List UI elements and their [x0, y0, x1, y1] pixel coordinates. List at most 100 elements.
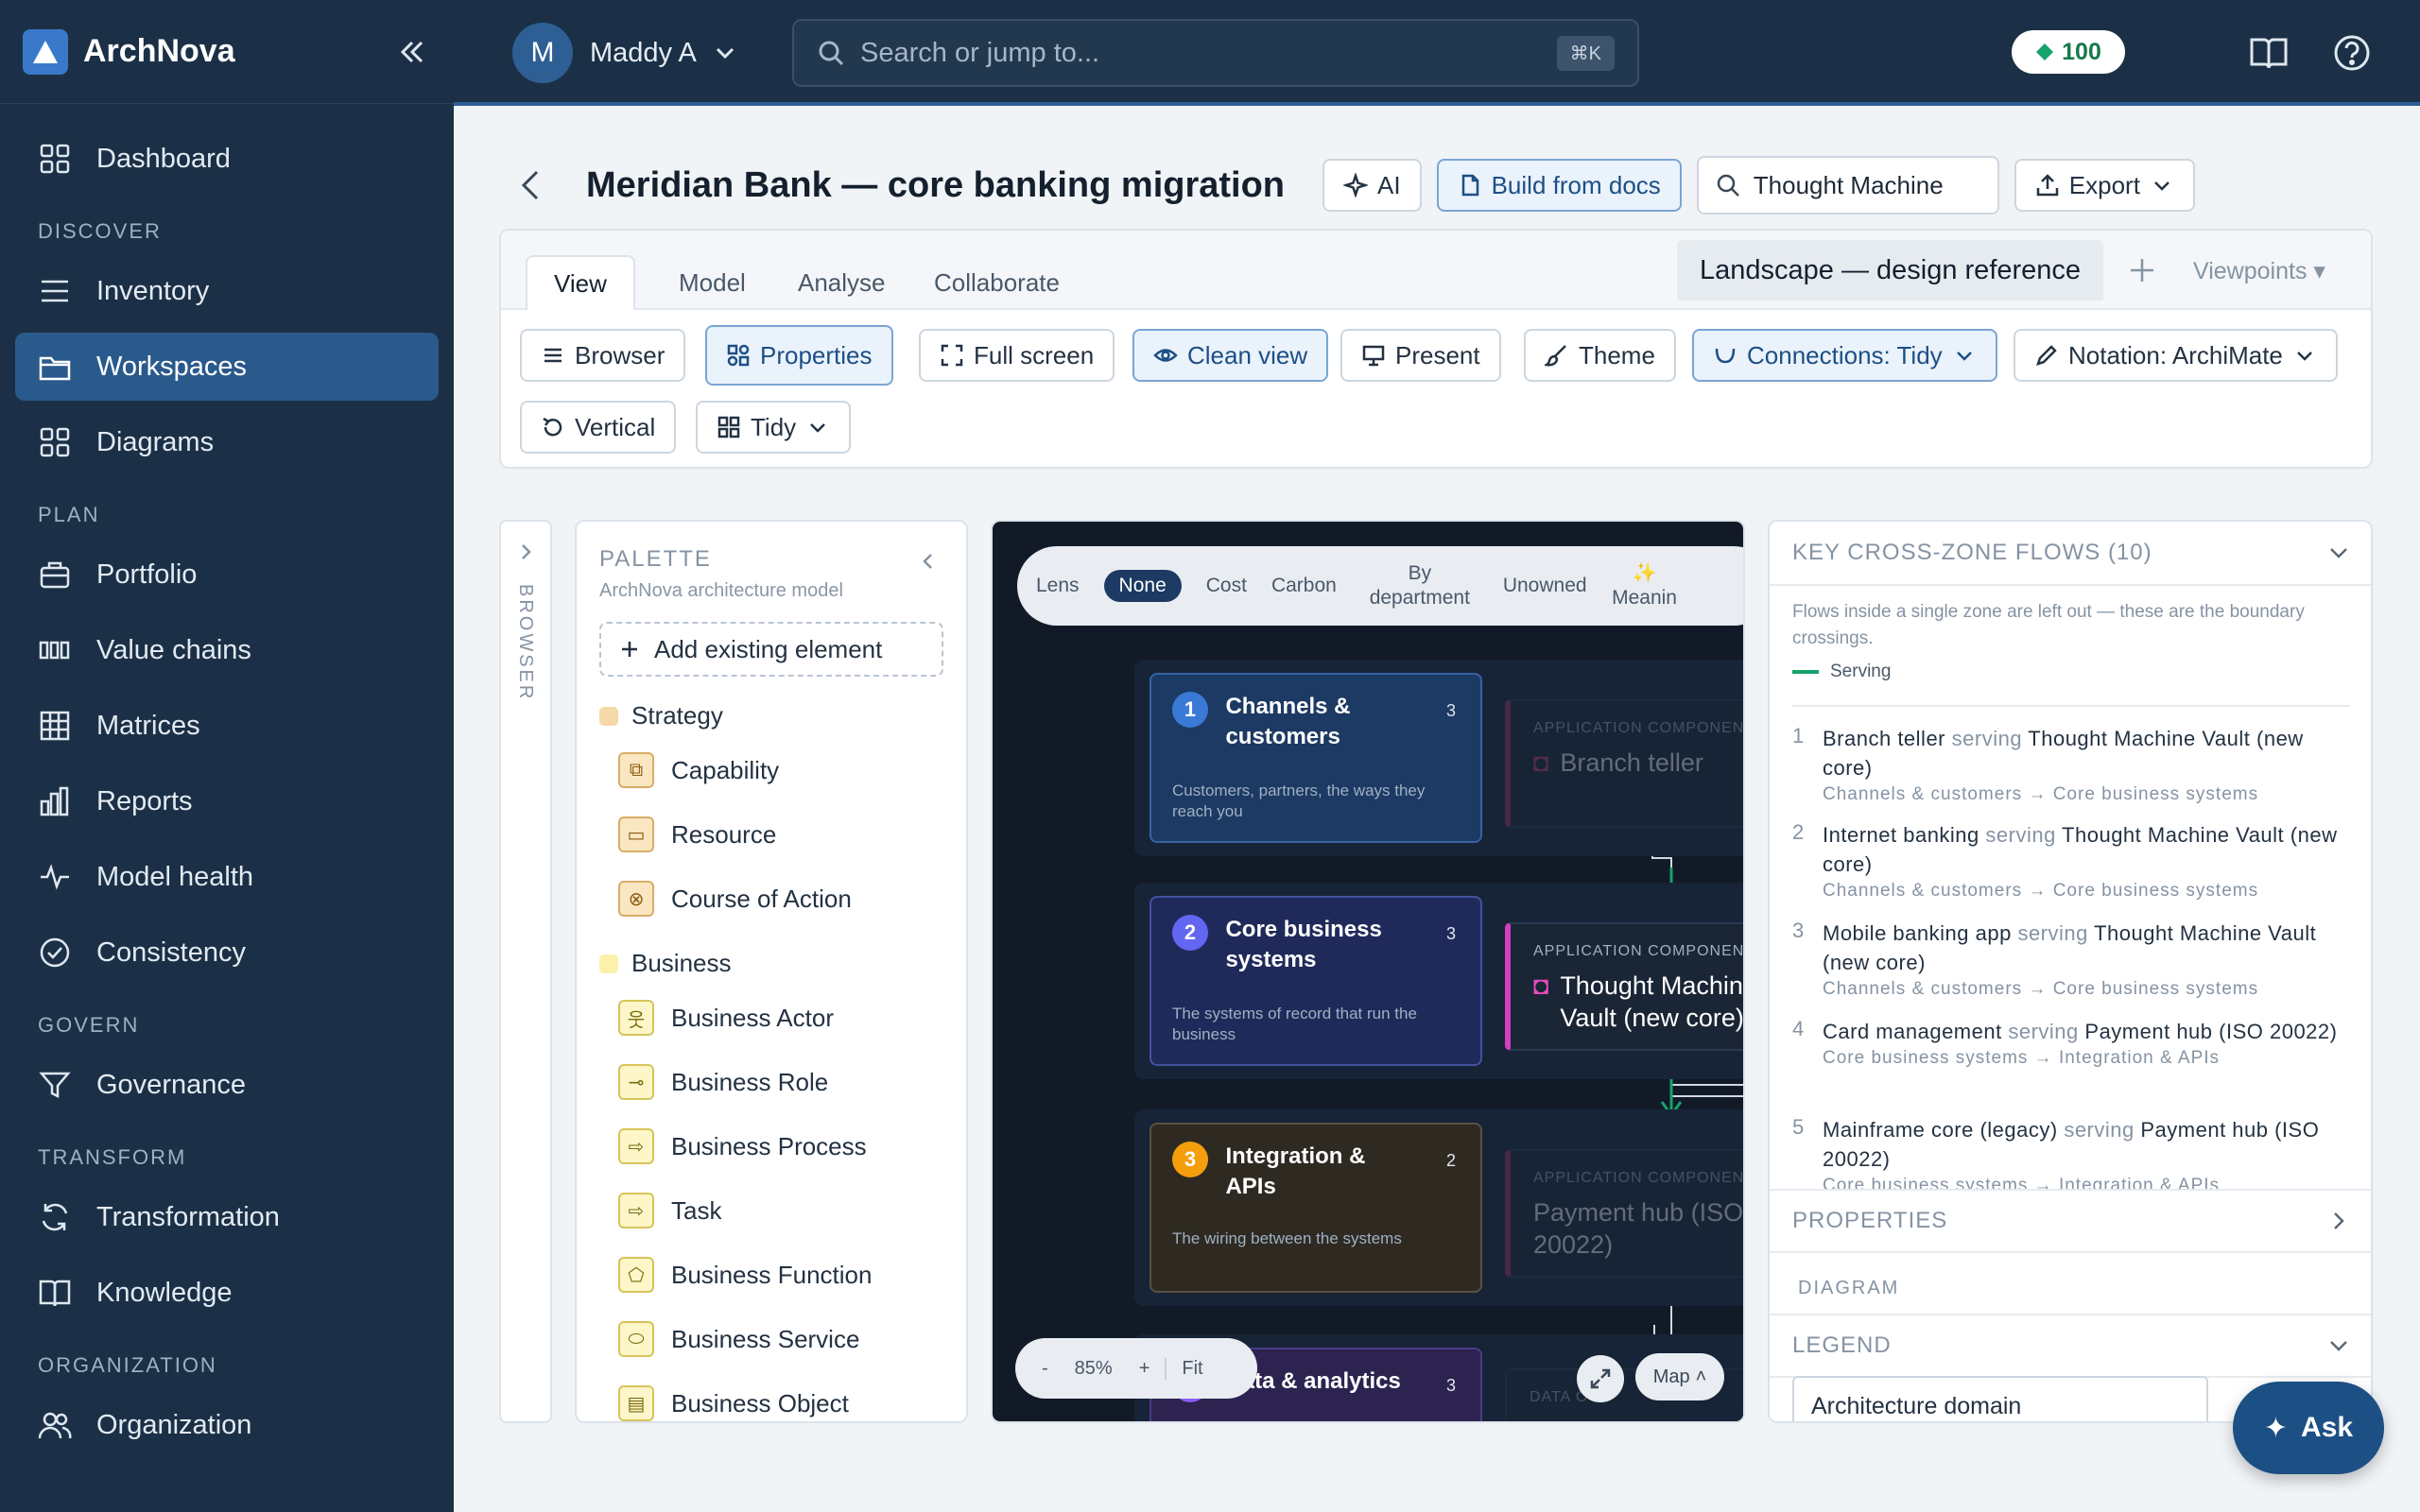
flow-item[interactable]: 1 Branch teller serving Thought Machine … — [1792, 724, 2350, 805]
properties-button[interactable]: Properties — [705, 325, 893, 386]
lens-option-by-department[interactable]: By department — [1361, 561, 1478, 610]
palette-item-capability[interactable]: ⧉ Capability — [618, 752, 779, 788]
sidebar-item-reports[interactable]: Reports — [15, 767, 439, 835]
diagram-canvas[interactable]: Lens None Cost Carbon By department Unow… — [991, 520, 1745, 1423]
collapse-sidebar-icon[interactable] — [393, 33, 431, 71]
tab-analyse[interactable]: Analyse — [771, 255, 912, 310]
sidebar-item-dashboard[interactable]: Dashboard — [15, 125, 439, 193]
fit-button[interactable]: Fit — [1165, 1357, 1203, 1380]
lens-option-unowned[interactable]: Unowned — [1503, 574, 1587, 598]
back-arrow-icon[interactable] — [510, 164, 552, 206]
global-search-input[interactable]: Search or jump to... ⌘K — [792, 19, 1639, 87]
theme-button[interactable]: Theme — [1524, 329, 1676, 382]
user-menu[interactable]: M Maddy A — [512, 23, 738, 83]
minimap-toggle[interactable]: Map ˄ — [1635, 1353, 1724, 1400]
palette-item-business-function[interactable]: ⬠ Business Function — [618, 1257, 872, 1293]
folder-icon — [39, 356, 71, 381]
tidy-dropdown[interactable]: Tidy — [696, 401, 852, 454]
tab-collaborate[interactable]: Collaborate — [908, 255, 1086, 310]
sidebar-item-value-chains[interactable]: Value chains — [15, 616, 439, 684]
fullscreen-button[interactable]: Full screen — [919, 329, 1115, 382]
ai-button[interactable]: AI — [1322, 159, 1422, 212]
palette-item-business-role[interactable]: ⊸ Business Role — [618, 1064, 828, 1100]
resource-icon: ▭ — [618, 816, 654, 852]
connections-dropdown[interactable]: Connections: Tidy — [1692, 329, 1997, 382]
expand-icon[interactable] — [1577, 1355, 1624, 1402]
zone-card[interactable]: 1 Channels & customers 3 Customers, part… — [1150, 673, 1482, 843]
zone-integration[interactable]: 3 Integration & APIs 2 The wiring betwee… — [1134, 1109, 1743, 1306]
flows-section-header[interactable]: KEY CROSS-ZONE FLOWS (10) — [1770, 522, 2371, 586]
zone-card[interactable]: 3 Integration & APIs 2 The wiring betwee… — [1150, 1123, 1482, 1293]
browser-button[interactable]: Browser — [520, 329, 686, 382]
sidebar-item-model-health[interactable]: Model health — [15, 843, 439, 911]
item-label: Business Role — [671, 1067, 829, 1096]
clean-view-button[interactable]: Clean view — [1132, 329, 1329, 382]
vertical-button[interactable]: Vertical — [520, 401, 677, 454]
zoom-in-button[interactable]: + — [1139, 1358, 1150, 1380]
sidebar-item-transformation[interactable]: Transformation — [15, 1183, 439, 1251]
sidebar-item-inventory[interactable]: Inventory — [15, 257, 439, 325]
viewpoints-dropdown[interactable]: Viewpoints ▾ — [2193, 257, 2325, 285]
add-view-icon[interactable] — [2123, 251, 2161, 289]
ask-button[interactable]: ✦ Ask — [2233, 1382, 2384, 1474]
sidebar-item-knowledge[interactable]: Knowledge — [15, 1259, 439, 1327]
palette-group-strategy[interactable]: Strategy — [599, 701, 723, 730]
lens-option-carbon[interactable]: Carbon — [1271, 574, 1337, 598]
tab-landscape-view[interactable]: Landscape — design reference — [1677, 240, 2104, 301]
app-card-payment-hub[interactable]: APPLICATION COMPONENT Payment hub (ISO 2… — [1505, 1149, 1743, 1278]
app-card-branch-teller[interactable]: APPLICATION COMPONENT ◘ Branch teller — [1505, 699, 1743, 828]
tab-view[interactable]: View — [526, 255, 635, 310]
palette-item-business-service[interactable]: ⬭ Business Service — [618, 1321, 859, 1357]
zoom-out-button[interactable]: - — [1042, 1358, 1048, 1380]
sidebar-item-workspaces[interactable]: Workspaces — [15, 333, 439, 401]
flow-item[interactable]: 3 Mobile banking app serving Thought Mac… — [1792, 919, 2350, 1000]
flow-from: Card management — [1823, 1020, 2002, 1043]
chevron-right-icon[interactable] — [514, 541, 537, 563]
palette-group-business[interactable]: Business — [599, 949, 732, 978]
flow-item[interactable]: 4 Card management serving Payment hub (I… — [1792, 1017, 2350, 1069]
app-card-thought-machine-vault[interactable]: APPLICATION COMPONENT ◘ Thought Machine V… — [1505, 922, 1743, 1051]
sidebar-item-label: Dashboard — [96, 143, 231, 174]
palette-item-business-process[interactable]: ⇨ Business Process — [618, 1128, 867, 1164]
archnova-logo-icon[interactable] — [23, 28, 68, 75]
palette-item-business-actor[interactable]: 웃 Business Actor — [618, 1000, 834, 1036]
top-bar: M Maddy A Search or jump to... ⌘K 100 — [454, 0, 2420, 106]
sidebar-item-matrices[interactable]: Matrices — [15, 692, 439, 760]
flow-item[interactable]: 5 Mainframe core (legacy) serving Paymen… — [1792, 1115, 2350, 1189]
pulse-icon — [41, 864, 69, 890]
properties-section-header[interactable]: PROPERTIES — [1770, 1189, 2371, 1253]
sidebar-item-organization[interactable]: Organization — [15, 1391, 439, 1459]
legend-section-header[interactable]: LEGEND — [1770, 1314, 2371, 1378]
book-icon[interactable] — [2248, 32, 2290, 74]
lens-option-cost[interactable]: Cost — [1206, 574, 1247, 598]
palette-item-resource[interactable]: ▭ Resource — [618, 816, 776, 852]
sidebar-item-diagrams[interactable]: Diagrams — [15, 408, 439, 476]
build-from-docs-button[interactable]: Build from docs — [1436, 159, 1682, 212]
sidebar-item-consistency[interactable]: Consistency — [15, 919, 439, 987]
lens-option-none[interactable]: None — [1103, 570, 1182, 602]
zone-channels[interactable]: 1 Channels & customers 3 Customers, part… — [1134, 660, 1743, 856]
help-icon[interactable] — [2331, 32, 2373, 74]
book-icon — [39, 1280, 71, 1307]
zone-card[interactable]: 2 Core business systems 3 The systems of… — [1150, 896, 1482, 1066]
lens-option-meaning[interactable]: ✨ Meanin — [1612, 561, 1678, 610]
browser-panel-collapsed[interactable]: BROWSER — [499, 520, 552, 1423]
tab-model[interactable]: Model — [652, 255, 772, 310]
sidebar-item-portfolio[interactable]: Portfolio — [15, 541, 439, 609]
notation-dropdown[interactable]: Notation: ArchiMate — [2014, 329, 2338, 382]
palette-item-course-of-action[interactable]: ⊗ Course of Action — [618, 881, 852, 917]
bell-icon[interactable] — [2414, 32, 2420, 74]
palette-item-task[interactable]: ⇨ Task — [618, 1193, 721, 1228]
credits-badge[interactable]: 100 — [2012, 30, 2125, 74]
add-existing-element-button[interactable]: Add existing element — [599, 622, 943, 677]
chevron-left-icon[interactable] — [917, 550, 940, 573]
zone-description: The wiring between the systems — [1172, 1229, 1402, 1247]
export-button[interactable]: Export — [2014, 159, 2195, 212]
present-button[interactable]: Present — [1340, 329, 1501, 382]
zone-core-systems[interactable]: 2 Core business systems 3 The systems of… — [1134, 883, 1743, 1079]
architecture-domain-select[interactable]: Architecture domain — [1792, 1376, 2208, 1421]
model-search-input[interactable]: Thought Machine — [1696, 156, 1999, 215]
palette-item-business-object[interactable]: ▤ Business Object — [618, 1385, 849, 1421]
sidebar-item-governance[interactable]: Governance — [15, 1051, 439, 1119]
flow-item[interactable]: 2 Internet banking serving Thought Machi… — [1792, 820, 2350, 902]
